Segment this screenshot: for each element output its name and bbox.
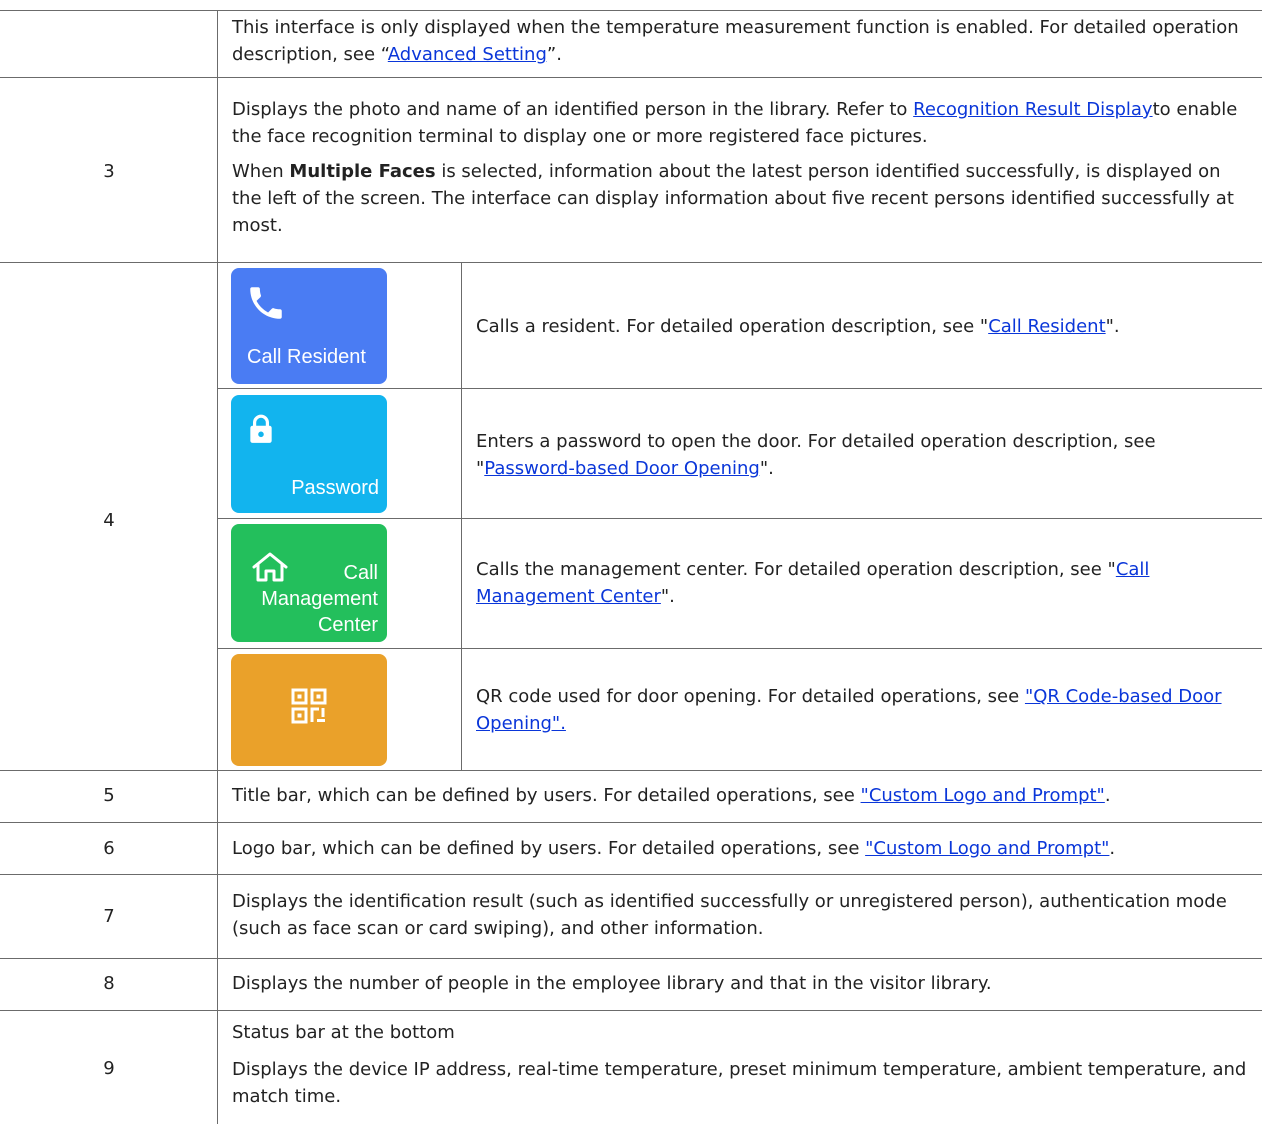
inner-row-divider <box>218 388 1262 389</box>
text: ". <box>660 586 675 607</box>
inner-row-divider <box>218 648 1262 649</box>
row-divider <box>0 822 1262 823</box>
row-6-description: Logo bar, which can be defined by users.… <box>232 835 1254 862</box>
row-divider <box>0 77 1262 78</box>
text: ". <box>1105 316 1120 337</box>
text: When <box>232 161 290 182</box>
text: Logo bar, which can be defined by users.… <box>232 838 866 859</box>
call-resident-link[interactable]: Call Resident <box>988 316 1105 337</box>
button-label-line-1: Call <box>343 562 378 584</box>
qr-code-icon <box>291 688 327 724</box>
qr-code-button[interactable] <box>231 654 387 766</box>
row-number: 7 <box>103 906 115 927</box>
row-number: 5 <box>103 785 115 806</box>
home-icon <box>252 552 288 582</box>
paragraph: Displays the photo and name of an identi… <box>232 96 1254 150</box>
row-number: 3 <box>103 161 115 182</box>
call-resident-button[interactable]: Call Resident <box>231 268 387 384</box>
inner-column-divider <box>461 262 462 770</box>
qr-code-description: QR code used for door opening. For detai… <box>476 683 1251 737</box>
row-divider <box>0 262 1262 263</box>
text: Title bar, which can be defined by users… <box>232 785 861 806</box>
row-number: 4 <box>103 510 115 531</box>
phone-icon <box>250 287 282 319</box>
advanced-setting-link[interactable]: Advanced Setting <box>388 44 547 65</box>
password-description: Enters a password to open the door. For … <box>476 428 1251 482</box>
recognition-result-display-link[interactable]: Recognition Result Display <box>913 99 1152 120</box>
row-divider <box>0 1010 1262 1011</box>
row-7-description: Displays the identification result (such… <box>232 891 1227 939</box>
text: QR code used for door opening. For detai… <box>476 686 1025 707</box>
text: Calls the management center. For detaile… <box>476 559 1116 580</box>
row-divider <box>0 958 1262 959</box>
row-number: 8 <box>103 973 115 994</box>
row-number: 6 <box>103 838 115 859</box>
row-number: 9 <box>103 1058 115 1079</box>
password-button[interactable]: Password <box>231 395 387 513</box>
text: Calls a resident. For detailed operation… <box>476 316 989 337</box>
button-label-line-3: Center <box>317 614 378 636</box>
row-5-description: Title bar, which can be defined by users… <box>232 782 1254 809</box>
row-divider <box>0 874 1262 875</box>
paragraph: When Multiple Faces is selected, informa… <box>232 158 1254 239</box>
button-label-line-2: Management <box>261 588 378 610</box>
row-3-description: Displays the photo and name of an identi… <box>232 96 1254 239</box>
paragraph: Displays the device IP address, real-tim… <box>232 1059 1247 1107</box>
text: ". <box>759 458 774 479</box>
custom-logo-prompt-link[interactable]: "Custom Logo and Prompt" <box>865 838 1109 859</box>
text: ”. <box>546 44 562 65</box>
custom-logo-prompt-link[interactable]: "Custom Logo and Prompt" <box>861 785 1105 806</box>
call-management-center-description: Calls the management center. For detaile… <box>476 556 1251 610</box>
row-top-description: This interface is only displayed when th… <box>232 14 1254 68</box>
call-resident-description: Calls a resident. For detailed operation… <box>476 313 1251 340</box>
button-label: Password <box>291 477 379 499</box>
lock-icon <box>250 414 272 443</box>
row-9-description: Status bar at the bottom Displays the de… <box>232 1019 1254 1110</box>
inner-row-divider <box>218 518 1262 519</box>
paragraph: Status bar at the bottom <box>232 1022 455 1043</box>
button-label: Call Resident <box>247 346 366 368</box>
row-8-description: Displays the number of people in the emp… <box>232 973 992 994</box>
call-management-center-button[interactable]: Call Management Center <box>231 524 387 642</box>
text: Displays the photo and name of an identi… <box>232 99 914 120</box>
password-door-opening-link[interactable]: Password-based Door Opening <box>484 458 760 479</box>
table-top-border <box>0 10 1262 11</box>
row-divider <box>0 770 1262 771</box>
text: . <box>1109 838 1116 859</box>
bold-term: Multiple Faces <box>289 161 436 182</box>
text: . <box>1104 785 1111 806</box>
text: This interface is only displayed when th… <box>232 17 1239 65</box>
